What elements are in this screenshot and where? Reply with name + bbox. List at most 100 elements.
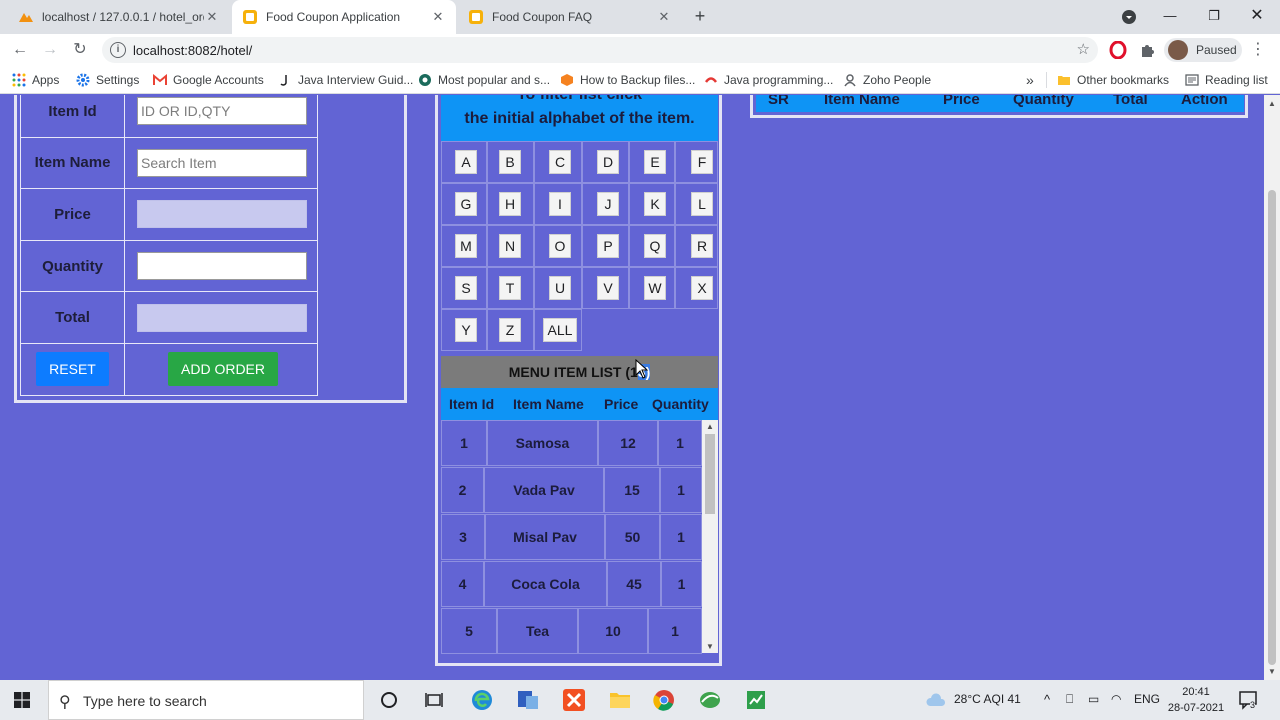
- task-view-icon[interactable]: [422, 688, 446, 712]
- edge-icon[interactable]: [470, 688, 494, 712]
- browser-menu-icon[interactable]: ⋮: [1250, 40, 1266, 60]
- cortana-icon[interactable]: [377, 688, 401, 712]
- taskbar-search-box[interactable]: ⚲ Type here to search: [48, 680, 364, 720]
- filter-letter-x-button[interactable]: X: [691, 276, 713, 300]
- filter-letter-o-button[interactable]: O: [549, 234, 571, 258]
- windows-start-icon[interactable]: [14, 692, 30, 708]
- filter-letter-c-button[interactable]: C: [549, 150, 571, 174]
- opera-extension-icon[interactable]: [1109, 41, 1127, 59]
- filter-letter-q-button[interactable]: Q: [644, 234, 666, 258]
- filter-letter-w-button[interactable]: W: [644, 276, 666, 300]
- weather-text[interactable]: 28°C AQI 41: [954, 692, 1021, 706]
- table-row[interactable]: 2 Vada Pav 15 1: [441, 467, 702, 514]
- close-icon[interactable]: ✕: [656, 9, 672, 25]
- url-text[interactable]: localhost:8082/hotel/: [133, 43, 252, 58]
- filter-letter-k-button[interactable]: K: [644, 192, 666, 216]
- info-icon[interactable]: i: [110, 42, 126, 58]
- new-tab-icon[interactable]: +: [690, 6, 710, 26]
- reset-button[interactable]: RESET: [36, 352, 109, 387]
- filter-letter-d-button[interactable]: D: [597, 150, 619, 174]
- postman-like-icon[interactable]: [562, 688, 586, 712]
- extensions-puzzle-icon[interactable]: [1139, 41, 1157, 59]
- filter-letter-r-button[interactable]: R: [691, 234, 713, 258]
- tab-strip: localhost / 127.0.0.1 / hotel_orde ✕ Foo…: [0, 0, 1280, 34]
- scroll-down-icon[interactable]: ▼: [1267, 667, 1277, 676]
- scroll-up-icon[interactable]: ▲: [705, 422, 715, 431]
- filter-letter-f-button[interactable]: F: [691, 150, 713, 174]
- forward-icon[interactable]: →: [38, 38, 62, 62]
- scroll-up-icon[interactable]: ▲: [1267, 99, 1277, 108]
- wifi-icon[interactable]: ◠: [1111, 692, 1121, 706]
- bookmark-zoho-people[interactable]: Zoho People: [843, 71, 931, 89]
- address-bar[interactable]: i localhost:8082/hotel/ ☆: [102, 37, 1098, 63]
- item-name-search-input[interactable]: Search Item: [137, 148, 307, 177]
- restore-icon[interactable]: ❐: [1192, 0, 1236, 34]
- language-indicator[interactable]: ENG: [1134, 692, 1160, 706]
- bookmark-settings[interactable]: Settings: [76, 71, 139, 89]
- table-row[interactable]: 1 Samosa 12 1: [441, 420, 702, 467]
- bookmark-backup-files[interactable]: How to Backup files...: [560, 71, 695, 89]
- filter-letter-y-button[interactable]: Y: [455, 318, 477, 342]
- filter-letter-n-button[interactable]: N: [499, 234, 521, 258]
- bookmark-apps[interactable]: Apps: [12, 71, 59, 89]
- close-icon[interactable]: ✕: [430, 9, 446, 25]
- table-row[interactable]: 4 Coca Cola 45 1: [441, 561, 702, 608]
- tab-food-coupon-application[interactable]: Food Coupon Application ✕: [232, 0, 456, 34]
- bookmark-star-icon[interactable]: ☆: [1077, 40, 1090, 58]
- file-explorer-icon[interactable]: [608, 688, 632, 712]
- filter-letter-j-button[interactable]: J: [597, 192, 619, 216]
- network-adapter-icon[interactable]: ⎕: [1066, 692, 1073, 707]
- page-scrollbar[interactable]: ▲ ▼: [1264, 95, 1280, 680]
- profile-button[interactable]: Paused: [1164, 38, 1242, 62]
- filter-letter-b-button[interactable]: B: [499, 150, 521, 174]
- app-icon[interactable]: [698, 688, 722, 712]
- table-row[interactable]: 3 Misal Pav 50 1: [441, 514, 702, 561]
- filter-letter-all-button[interactable]: ALL: [543, 318, 577, 342]
- scrollbar-thumb[interactable]: [1268, 190, 1276, 665]
- quantity-input[interactable]: [137, 252, 307, 281]
- filter-letter-i-button[interactable]: I: [549, 192, 571, 216]
- close-window-icon[interactable]: ✕: [1235, 0, 1279, 34]
- item-id-input[interactable]: ID OR ID,QTY: [137, 97, 307, 126]
- filter-letter-z-button[interactable]: Z: [499, 318, 521, 342]
- app-icon[interactable]: [516, 688, 540, 712]
- bookmark-google-accounts[interactable]: Google Accounts: [153, 71, 264, 89]
- filter-letter-g-button[interactable]: G: [455, 192, 477, 216]
- menu-list-scrollbar[interactable]: ▲ ▼: [702, 420, 718, 653]
- table-row[interactable]: 5 Tea 10 1: [441, 608, 702, 655]
- bookmark-most-popular[interactable]: Most popular and s...: [418, 71, 550, 89]
- bookmark-java-programming[interactable]: Java programming...: [704, 71, 833, 89]
- filter-letter-u-button[interactable]: U: [549, 276, 571, 300]
- bookmark-other[interactable]: Other bookmarks: [1057, 71, 1169, 89]
- filter-letter-h-button[interactable]: H: [499, 192, 521, 216]
- close-icon[interactable]: ✕: [204, 9, 220, 25]
- app-icon[interactable]: [744, 688, 768, 712]
- scrollbar-thumb[interactable]: [705, 434, 715, 514]
- notification-center-icon[interactable]: [1238, 690, 1260, 710]
- weather-icon[interactable]: [926, 692, 946, 708]
- minimize-icon[interactable]: —: [1148, 0, 1192, 34]
- battery-icon[interactable]: ▭: [1088, 692, 1099, 706]
- scroll-down-icon[interactable]: ▼: [705, 642, 715, 651]
- menu-item-list[interactable]: 1 Samosa 12 1 2 Vada Pav 15 1 3 Misal Pa…: [441, 420, 702, 656]
- tab-food-coupon-faq[interactable]: Food Coupon FAQ ✕: [458, 0, 682, 34]
- reload-icon[interactable]: ↻: [68, 38, 92, 62]
- filter-letter-s-button[interactable]: S: [455, 276, 477, 300]
- chrome-icon[interactable]: [652, 688, 676, 712]
- filter-letter-l-button[interactable]: L: [691, 192, 713, 216]
- tab-phpmyadmin[interactable]: localhost / 127.0.0.1 / hotel_orde ✕: [8, 0, 230, 34]
- bookmark-java-interview[interactable]: Java Interview Guid...: [278, 71, 413, 89]
- taskbar-clock[interactable]: 20:41 28-07-2021: [1166, 684, 1226, 716]
- add-order-button[interactable]: ADD ORDER: [168, 352, 279, 387]
- back-icon[interactable]: ←: [8, 38, 32, 62]
- bookmarks-overflow-icon[interactable]: »: [1026, 71, 1034, 89]
- filter-letter-p-button[interactable]: P: [597, 234, 619, 258]
- chevron-up-icon[interactable]: ^: [1044, 692, 1050, 707]
- filter-letter-m-button[interactable]: M: [455, 234, 477, 258]
- tab-search-icon[interactable]: [1121, 9, 1137, 25]
- reading-list-button[interactable]: Reading list: [1185, 71, 1268, 89]
- filter-letter-t-button[interactable]: T: [499, 276, 521, 300]
- filter-letter-e-button[interactable]: E: [644, 150, 666, 174]
- filter-letter-a-button[interactable]: A: [455, 150, 477, 174]
- filter-letter-v-button[interactable]: V: [597, 276, 619, 300]
